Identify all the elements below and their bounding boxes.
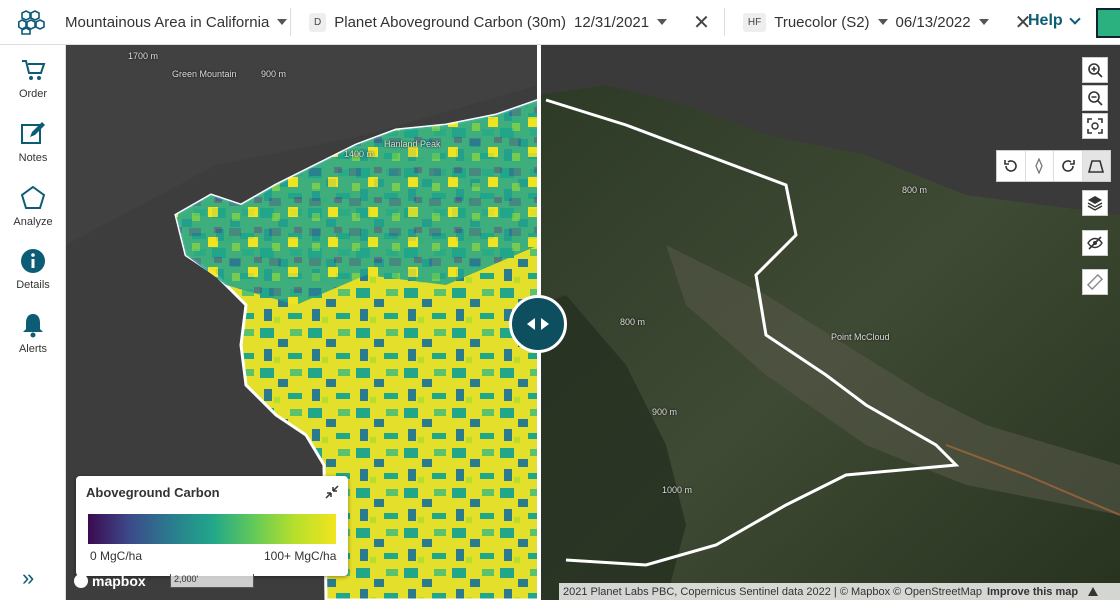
perspective-icon [1088, 160, 1105, 173]
right-layer-selector[interactable]: HF Truecolor (S2) 06/13/2022 [725, 12, 1001, 32]
sidebar-item-label: Alerts [18, 343, 48, 355]
map-label-point-mccloud: Point McCloud [831, 332, 890, 342]
arrow-left-icon [527, 318, 535, 330]
ruler-icon [1087, 274, 1103, 290]
rotate-left-button[interactable] [997, 151, 1026, 181]
rotate-right-icon [1061, 160, 1075, 172]
help-menu[interactable]: Help [1028, 12, 1081, 30]
attribution-bar: 2021 Planet Labs PBC, Copernicus Sentine… [559, 583, 1120, 600]
compass-icon [1035, 158, 1043, 174]
sidebar-item-details[interactable]: Details [0, 248, 66, 304]
contour-label: 800 m [620, 317, 646, 327]
layer-badge: D [309, 12, 327, 32]
info-icon [21, 249, 45, 273]
scale-bar: 2,000' [170, 574, 254, 588]
help-label: Help [1028, 12, 1063, 29]
sidebar-item-label: Details [16, 279, 50, 291]
sidebar-item-label: Order [18, 88, 48, 100]
mapbox-icon [74, 574, 88, 588]
mapbox-label: mapbox [92, 573, 146, 589]
sidebar-item-analyze[interactable]: Analyze [0, 185, 66, 241]
toggle-visibility-button[interactable] [1082, 230, 1108, 256]
top-bar: Mountainous Area in California D Planet … [0, 0, 1120, 45]
attribution-text[interactable]: 2021 Planet Labs PBC, Copernicus Sentine… [563, 586, 982, 598]
legend-title: Aboveground Carbon [86, 485, 220, 500]
app-logo-icon[interactable] [0, 0, 65, 45]
scale-label: 2,000' [174, 574, 199, 584]
measure-button[interactable] [1082, 269, 1108, 295]
sidebar-item-notes[interactable]: Notes [0, 121, 66, 177]
sidebar-item-label: Analyze [13, 216, 53, 228]
legend-min-label: 0 MgC/ha [90, 549, 143, 563]
polygon-icon [20, 185, 46, 209]
mapbox-logo[interactable]: mapbox [74, 573, 146, 589]
chevron-down-icon [1069, 13, 1081, 25]
area-name: Mountainous Area in California [65, 13, 270, 31]
layer-badge: HF [742, 12, 767, 32]
bell-icon [23, 314, 43, 338]
zoom-in-button[interactable] [1082, 57, 1108, 83]
sidebar: Order Notes Analyze Details Alerts » [0, 45, 66, 600]
right-layer-name: Truecolor (S2) [774, 13, 870, 31]
fit-extent-icon [1087, 118, 1103, 134]
legend-color-ramp [88, 514, 336, 544]
left-layer-date[interactable]: 12/31/2021 [574, 14, 649, 31]
sidebar-item-label: Notes [18, 152, 48, 164]
collapse-icon[interactable] [324, 484, 340, 500]
contour-label: 900 m [261, 69, 287, 79]
left-layer-name: Planet Aboveground Carbon (30m) [334, 13, 567, 31]
avatar[interactable] [1096, 8, 1120, 38]
layers-icon [1087, 196, 1103, 211]
edit-icon [21, 122, 45, 144]
map-canvas[interactable]: Green Mountain 1700 m 900 m Hanland Peak… [66, 45, 1120, 600]
sidebar-item-order[interactable]: Order [0, 57, 66, 113]
zoom-out-button[interactable] [1082, 85, 1108, 111]
zoom-out-icon [1088, 91, 1103, 106]
map-label-hanland-peak: Hanland Peak [384, 139, 441, 149]
attribution-toggle-icon[interactable] [1088, 587, 1099, 596]
close-left-layer-icon[interactable]: ✕ [693, 10, 710, 35]
right-layer-date[interactable]: 06/13/2022 [896, 14, 971, 31]
contour-label: 1700 m [128, 51, 159, 61]
legend-panel: Aboveground Carbon 0 MgC/ha 100+ MgC/ha [76, 476, 348, 576]
compass-button[interactable] [1026, 151, 1054, 181]
caret-down-icon[interactable] [657, 19, 668, 25]
swipe-handle[interactable] [509, 295, 567, 353]
left-layer-selector[interactable]: D Planet Aboveground Carbon (30m) 12/31/… [291, 12, 679, 32]
fit-extent-button[interactable] [1082, 113, 1108, 139]
contour-label: 1400 m [344, 149, 375, 159]
area-selector[interactable]: Mountainous Area in California [65, 14, 290, 31]
rotation-controls [996, 150, 1111, 182]
arrow-right-icon [541, 318, 549, 330]
cart-icon [22, 60, 46, 80]
legend-max-label: 100+ MgC/ha [264, 549, 337, 563]
expand-sidebar-icon[interactable]: » [22, 565, 34, 591]
rotate-right-button[interactable] [1054, 151, 1083, 181]
caret-down-icon [277, 19, 288, 25]
caret-down-icon[interactable] [877, 19, 888, 25]
layers-button[interactable] [1082, 190, 1108, 216]
contour-label: 800 m [902, 185, 928, 195]
eye-off-icon [1087, 236, 1103, 250]
rotate-left-icon [1003, 160, 1017, 172]
zoom-in-icon [1088, 63, 1103, 78]
sidebar-item-alerts[interactable]: Alerts [0, 312, 66, 368]
caret-down-icon[interactable] [978, 19, 989, 25]
improve-map-link[interactable]: Improve this map [987, 586, 1078, 598]
map-label-green-mountain: Green Mountain [172, 69, 237, 79]
tilt-button[interactable] [1082, 151, 1110, 181]
contour-label: 1000 m [662, 485, 693, 495]
contour-label: 900 m [652, 407, 678, 417]
